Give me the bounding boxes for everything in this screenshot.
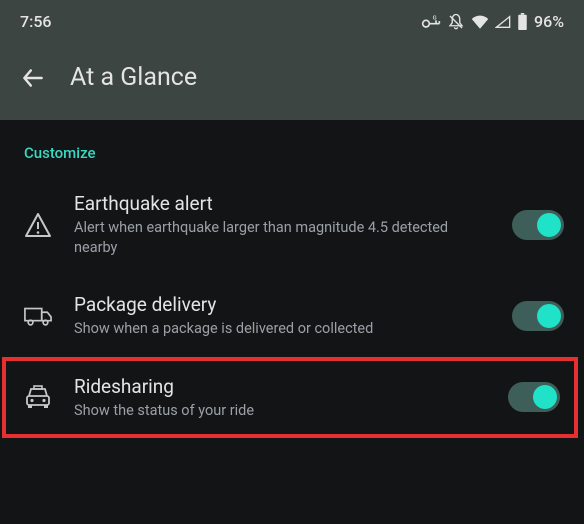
toggle-package[interactable] [512,301,564,331]
setting-title: Package delivery [74,293,490,316]
truck-icon [24,305,52,327]
status-right: G 96% [421,12,564,31]
battery-icon [517,13,528,30]
toggle-earthquake[interactable] [512,210,564,240]
back-button[interactable] [20,65,46,91]
setting-title: Earthquake alert [74,192,490,215]
toggle-ridesharing[interactable] [508,382,560,412]
arrow-left-icon [20,65,46,91]
setting-title: Ridesharing [74,375,486,398]
svg-text:G: G [433,15,437,21]
signal-icon [495,15,511,29]
setting-desc: Show when a package is delivered or coll… [74,319,490,339]
page-title: At a Glance [70,63,197,92]
setting-row-package[interactable]: Package delivery Show when a package is … [0,275,584,357]
setting-desc: Alert when earthquake larger than magnit… [74,218,490,257]
battery-percent: 96% [534,12,564,31]
setting-text: Earthquake alert Alert when earthquake l… [74,192,490,257]
header: At a Glance [0,39,584,120]
section-label: Customize [0,120,584,174]
wifi-icon [471,15,489,29]
taxi-icon [24,385,52,409]
setting-text: Ridesharing Show the status of your ride [74,375,486,421]
key-icon: G [421,15,441,29]
setting-text: Package delivery Show when a package is … [74,293,490,339]
status-time: 7:56 [20,12,52,31]
highlight-box: Ridesharing Show the status of your ride [2,357,578,439]
setting-row-ridesharing[interactable]: Ridesharing Show the status of your ride [6,361,574,435]
notifications-off-icon [447,13,465,31]
setting-row-earthquake[interactable]: Earthquake alert Alert when earthquake l… [0,174,584,275]
status-bar: 7:56 G [0,0,584,39]
setting-desc: Show the status of your ride [74,401,486,421]
warning-triangle-icon [24,212,52,238]
